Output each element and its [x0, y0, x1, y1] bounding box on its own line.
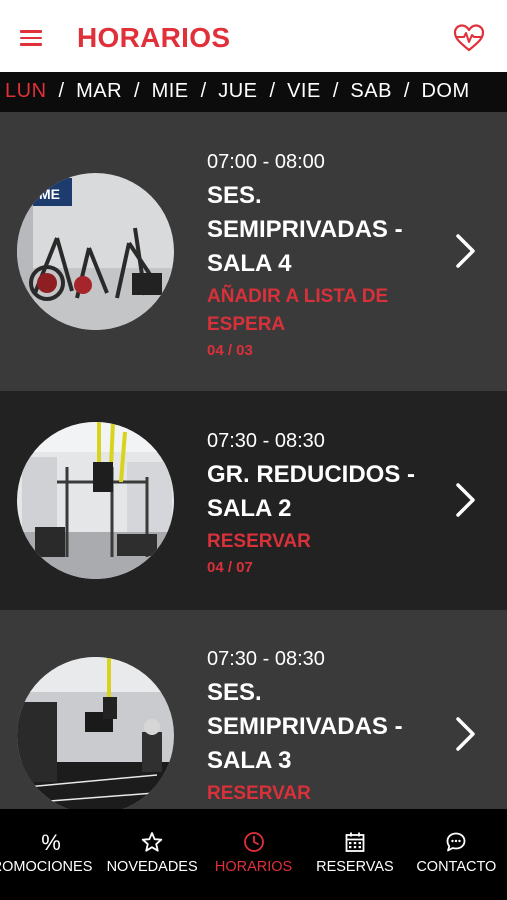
bottom-navigation: % PROMOCIONES NOVEDADES HORARIOS RESERVA… — [0, 809, 507, 900]
day-tab-lun[interactable]: LUN — [5, 80, 47, 103]
reserve-action-link[interactable]: RESERVAR — [207, 780, 437, 808]
day-tab-sab[interactable]: SAB — [350, 80, 392, 103]
class-card[interactable]: 07:30 - 08:30 GR. REDUCIDOS - SALA 2 RES… — [0, 391, 507, 610]
nav-label: HORARIOS — [214, 859, 293, 875]
reserve-action-link[interactable]: RESERVAR — [207, 528, 437, 556]
class-photo — [17, 657, 174, 809]
class-info: 07:30 - 08:30 GR. REDUCIDOS - SALA 2 RES… — [207, 429, 437, 578]
day-separator: / — [200, 80, 207, 102]
day-tab-mie[interactable]: MIE — [152, 80, 189, 103]
svg-text:%: % — [41, 831, 61, 853]
class-photo — [17, 422, 174, 579]
chevron-right-icon[interactable] — [453, 716, 477, 752]
class-card[interactable]: ME 07:00 - 08:00 SES. SEMIPRIVADAS - SAL… — [0, 112, 507, 391]
class-card[interactable]: 07:30 - 08:30 SES. SEMIPRIVADAS - SALA 3… — [0, 610, 507, 809]
star-icon — [141, 832, 163, 852]
percent-icon: % — [41, 831, 61, 853]
weekday-selector: LUN / MAR / MIE / JUE / VIE / SAB / DOM — [0, 72, 507, 112]
calendar-icon — [345, 832, 365, 852]
nav-label: CONTACTO — [416, 859, 497, 875]
day-separator: / — [58, 80, 65, 102]
nav-label: RESERVAS — [316, 859, 394, 875]
app-bar: HORARIOS — [0, 0, 507, 72]
nav-label: PROMOCIONES — [0, 859, 93, 875]
nav-item-novedades[interactable]: NOVEDADES — [101, 809, 202, 900]
waitlist-action-link[interactable]: AÑADIR A LISTA DE ESPERA — [207, 283, 437, 339]
class-title: GR. REDUCIDOS - SALA 2 — [207, 461, 416, 522]
class-time: 07:30 - 08:30 — [207, 648, 325, 670]
heart-pulse-icon[interactable] — [453, 23, 485, 53]
capacity-count: 04 / 03 — [207, 342, 253, 359]
day-tab-mar[interactable]: MAR — [76, 80, 122, 103]
hamburger-menu-icon[interactable] — [20, 30, 42, 46]
nav-item-horarios[interactable]: HORARIOS — [203, 809, 304, 900]
day-separator: / — [134, 80, 140, 102]
class-time: 07:30 - 08:30 — [207, 430, 325, 452]
capacity-count: 04 / 07 — [207, 559, 253, 576]
chevron-right-icon[interactable] — [453, 233, 477, 269]
svg-text:ME: ME — [39, 186, 60, 202]
day-tab-jue[interactable]: JUE — [218, 80, 257, 103]
day-separator: / — [403, 80, 410, 102]
nav-item-promociones[interactable]: % PROMOCIONES — [0, 809, 101, 900]
nav-item-contacto[interactable]: CONTACTO — [406, 809, 507, 900]
day-separator: / — [269, 80, 276, 102]
chat-bubble-icon — [446, 832, 466, 852]
class-photo: ME — [17, 173, 174, 330]
class-title: SES. SEMIPRIVADAS - SALA 4 — [207, 182, 403, 277]
class-title: SES. SEMIPRIVADAS - SALA 3 — [207, 679, 403, 774]
day-separator: / — [332, 80, 339, 102]
chevron-right-icon[interactable] — [453, 482, 477, 518]
clock-icon — [243, 832, 264, 852]
class-time: 07:00 - 08:00 — [207, 151, 325, 173]
class-schedule-list: ME 07:00 - 08:00 SES. SEMIPRIVADAS - SAL… — [0, 112, 507, 809]
day-tab-dom[interactable]: DOM — [421, 80, 469, 103]
page-title: HORARIOS — [77, 22, 231, 53]
day-tab-vie[interactable]: VIE — [287, 80, 321, 103]
class-info: 07:30 - 08:30 SES. SEMIPRIVADAS - SALA 3… — [207, 647, 437, 809]
nav-item-reservas[interactable]: RESERVAS — [304, 809, 405, 900]
nav-label: NOVEDADES — [106, 859, 198, 875]
class-info: 07:00 - 08:00 SES. SEMIPRIVADAS - SALA 4… — [207, 150, 437, 361]
